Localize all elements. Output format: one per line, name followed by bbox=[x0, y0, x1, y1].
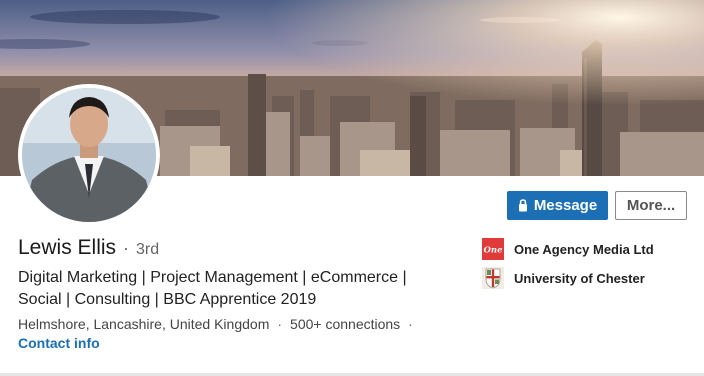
location: Helmshore, Lancashire, United Kingdom bbox=[18, 316, 270, 332]
separator-dot: · bbox=[408, 316, 413, 332]
name-row: Lewis Ellis · 3rd bbox=[18, 236, 159, 260]
current-company[interactable]: One One Agency Media Ltd bbox=[482, 238, 654, 260]
school-name: University of Chester bbox=[514, 270, 645, 286]
more-button[interactable]: More... bbox=[615, 191, 687, 220]
connections-count: 500+ connections bbox=[290, 316, 401, 332]
company-logo-icon: One bbox=[482, 238, 504, 260]
university-crest-icon bbox=[482, 267, 504, 289]
lock-icon bbox=[518, 199, 527, 212]
contact-info-link[interactable]: Contact info bbox=[18, 335, 100, 351]
message-button[interactable]: Message bbox=[507, 191, 608, 220]
location-row: Helmshore, Lancashire, United Kingdom · … bbox=[18, 316, 421, 332]
more-button-label: More... bbox=[626, 197, 676, 214]
education[interactable]: University of Chester bbox=[482, 267, 645, 289]
profile-photo[interactable] bbox=[18, 84, 160, 226]
profile-headline: Digital Marketing | Project Management |… bbox=[18, 267, 448, 311]
message-button-label: Message bbox=[533, 197, 598, 214]
name-separator: · bbox=[123, 238, 130, 258]
connection-degree: 3rd bbox=[136, 241, 160, 258]
separator-dot: · bbox=[277, 316, 283, 332]
profile-card: Message More... Lewis Ellis · 3rd Digita… bbox=[0, 0, 704, 376]
headline-line-2: Social | Consulting | BBC Apprentice 201… bbox=[18, 291, 317, 308]
headline-line-1: Digital Marketing | Project Management |… bbox=[18, 269, 407, 286]
company-name: One Agency Media Ltd bbox=[514, 241, 654, 257]
company-logo-text: One bbox=[484, 246, 504, 256]
profile-name: Lewis Ellis bbox=[18, 236, 117, 259]
